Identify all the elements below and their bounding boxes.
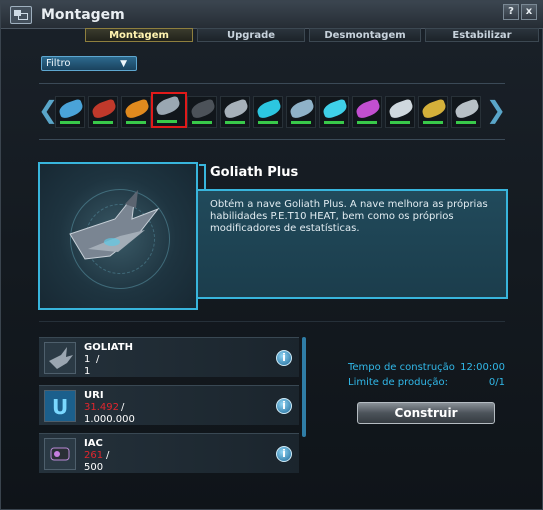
ship-thumbnail[interactable]	[88, 96, 118, 128]
ship-icon	[420, 98, 448, 120]
resource-separator: /	[106, 450, 110, 461]
ship-status-bar	[157, 120, 177, 123]
resource-row: GOLIATH 1 / 1 i	[39, 337, 299, 377]
tab-desmontagem[interactable]: Desmontagem	[309, 28, 421, 42]
ship-preview	[38, 162, 198, 310]
ship-icon	[255, 98, 283, 120]
ship-icon	[387, 98, 415, 120]
ship-status-bar	[60, 121, 80, 124]
divider	[39, 321, 505, 322]
resource-name: URI	[84, 390, 104, 401]
tab-upgrade[interactable]: Upgrade	[197, 28, 305, 42]
ship-icon	[154, 95, 182, 117]
ship-icon	[222, 98, 250, 120]
svg-text:U: U	[52, 395, 68, 419]
resource-have: 1	[84, 354, 91, 365]
resource-name: IAC	[84, 438, 103, 449]
ship-status-bar	[126, 121, 146, 124]
ship-icon	[288, 98, 316, 120]
ship-status-bar	[390, 121, 410, 124]
ship-icon	[57, 98, 85, 120]
ship-icon	[189, 98, 217, 120]
production-limit-label: Limite de produção:	[348, 377, 448, 388]
divider	[39, 83, 505, 84]
strip-prev-arrow-icon[interactable]: ❮	[38, 95, 58, 127]
tab-bar: Montagem Upgrade Desmontagem Estabilizar	[85, 28, 543, 43]
ship-status-bar	[225, 121, 245, 124]
window-title: Montagem	[41, 7, 125, 23]
build-time-value: 12:00:00	[460, 362, 505, 373]
close-button[interactable]: x	[521, 4, 537, 20]
resource-need: 1	[84, 366, 91, 377]
tab-estabilizar[interactable]: Estabilizar	[425, 28, 539, 42]
info-icon[interactable]: i	[276, 446, 292, 462]
title-bar[interactable]: Montagem ? x	[1, 1, 543, 29]
resource-separator: /	[96, 354, 100, 365]
uri-currency-icon: U	[44, 390, 76, 422]
ship-thumbnail[interactable]	[451, 96, 481, 128]
resource-have: 261	[84, 450, 104, 461]
ship-thumbnail[interactable]	[253, 96, 283, 128]
help-button[interactable]: ?	[503, 4, 519, 20]
window-icon	[10, 6, 32, 24]
ship-thumbnail[interactable]	[286, 96, 316, 128]
ship-icon	[90, 98, 118, 120]
ship-thumbnail[interactable]	[352, 96, 382, 128]
strip-next-arrow-icon[interactable]: ❯	[486, 95, 506, 127]
ship-thumbnail[interactable]	[187, 96, 217, 128]
assembly-window: Montagem ? x Montagem Upgrade Desmontage…	[0, 0, 543, 510]
ship-status-bar	[456, 121, 476, 124]
ship-thumbnail[interactable]	[151, 92, 187, 128]
ship-icon	[321, 98, 349, 120]
resource-row: U URI 31.492 / 1.000.000 i	[39, 385, 299, 425]
goliath-ship-icon	[44, 342, 76, 374]
ship-status-bar	[324, 121, 344, 124]
resource-row: IAC 261 / 500 i	[39, 433, 299, 473]
ship-thumbnail[interactable]	[418, 96, 448, 128]
resource-list: GOLIATH 1 / 1 i U URI 31.492 / 1.000.000…	[39, 337, 301, 475]
resource-name: GOLIATH	[84, 342, 133, 353]
resource-separator: /	[121, 402, 125, 413]
ship-status-bar	[423, 121, 443, 124]
build-time-label: Tempo de construção	[348, 362, 455, 373]
detail-description: Obtém a nave Goliath Plus. A nave melhor…	[210, 199, 488, 234]
filter-label: Filtro	[46, 58, 71, 69]
info-icon[interactable]: i	[276, 350, 292, 366]
production-limit-value: 0/1	[488, 377, 505, 388]
ship-thumbnail[interactable]	[220, 96, 250, 128]
info-icon[interactable]: i	[276, 398, 292, 414]
resource-have: 31.492	[84, 402, 119, 413]
chevron-down-icon: ▼	[120, 59, 127, 69]
iac-module-icon	[44, 438, 76, 470]
filter-dropdown[interactable]: Filtro ▼	[41, 56, 137, 71]
ship-thumbnail[interactable]	[385, 96, 415, 128]
resource-need: 1.000.000	[84, 414, 135, 425]
tab-montagem[interactable]: Montagem	[85, 28, 193, 42]
ship-status-bar	[357, 121, 377, 124]
resource-need: 500	[84, 462, 104, 473]
ship-thumbnail[interactable]	[55, 96, 85, 128]
ship-status-bar	[192, 121, 212, 124]
ship-thumbnail[interactable]	[319, 96, 349, 128]
resource-scrollbar[interactable]	[302, 337, 306, 437]
ship-thumbnail[interactable]	[121, 96, 151, 128]
ship-icon	[453, 98, 481, 120]
ship-status-bar	[291, 121, 311, 124]
ship-icon	[123, 98, 151, 120]
ship-status-bar	[93, 121, 113, 124]
ship-status-bar	[258, 121, 278, 124]
ship-icon	[354, 98, 382, 120]
detail-title: Goliath Plus	[210, 165, 299, 180]
divider	[39, 139, 505, 140]
build-button[interactable]: Construir	[357, 402, 495, 424]
goliath-plus-ship-icon	[69, 190, 160, 260]
